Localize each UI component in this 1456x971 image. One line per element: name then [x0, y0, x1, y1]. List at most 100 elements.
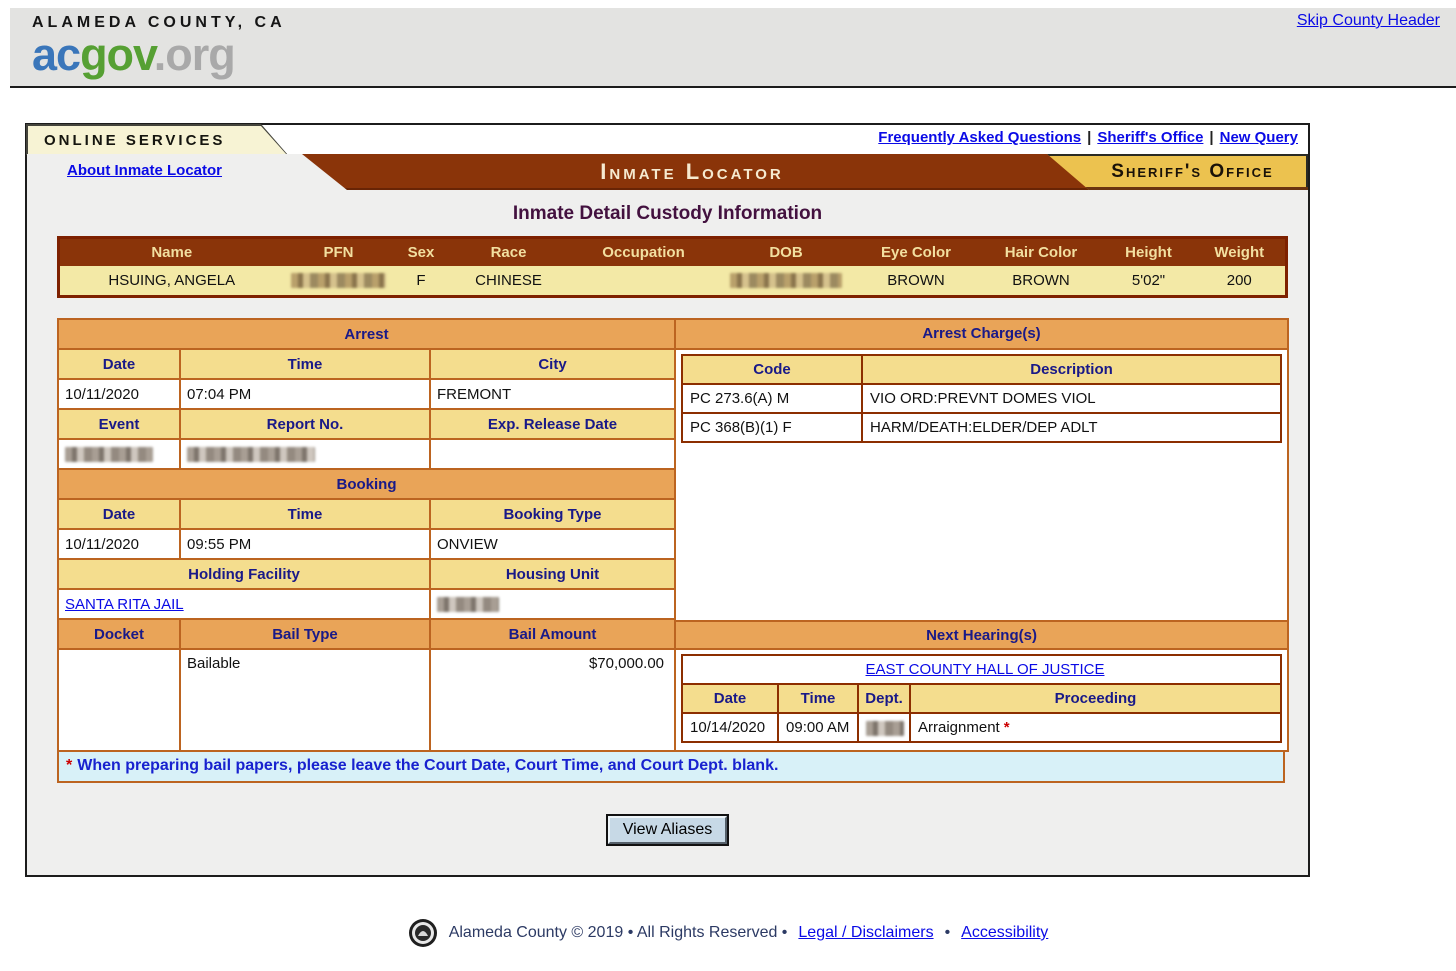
arrest-event-redacted [57, 438, 181, 470]
arrest-time-header: Time [179, 348, 431, 380]
docket-value [57, 648, 181, 752]
col-header-pfn: PFN [283, 237, 394, 266]
charge-row: PC 273.6(A) M VIO ORD:PREVNT DOMES VIOL [681, 383, 1282, 414]
col-header-weight: Weight [1193, 237, 1287, 266]
faq-link[interactable]: Frequently Asked Questions [878, 129, 1081, 146]
inmate-name: HSUING, ANGELA [58, 265, 284, 297]
arrest-exp-release-value [428, 438, 677, 470]
booking-type-value: ONVIEW [428, 528, 677, 560]
online-services-tab: ONLINE SERVICES [28, 126, 287, 155]
booking-date-header: Date [57, 498, 181, 530]
custody-left-table: Arrest Date Time City 10/11/2020 07:04 P… [56, 318, 677, 752]
booking-type-header: Booking Type [428, 498, 677, 530]
inmate-occupation [568, 265, 719, 297]
page-title: Inmate Detail Custody Information [512, 203, 823, 224]
sheriffs-office-ribbon-title: Sheriff's Office [1111, 161, 1274, 182]
bail-amount-value: $70,000.00 [428, 648, 677, 752]
about-inmate-locator-link[interactable]: About Inmate Locator [67, 162, 222, 179]
inmate-weight: 200 [1193, 265, 1287, 297]
hearing-dept-header: Dept. [857, 683, 912, 714]
inmate-locator-panel: ONLINE SERVICES Frequently Asked Questio… [25, 123, 1310, 877]
link-separator: | [1209, 129, 1214, 146]
inmate-summary-table: Name PFN Sex Race Occupation DOB Eye Col… [57, 236, 1288, 298]
hearing-date-header: Date [681, 683, 780, 714]
logo-part-org: .org [153, 29, 236, 80]
court-cell: EAST COUNTY HALL OF JUSTICE [681, 654, 1282, 685]
logo-part-gov: gov [80, 29, 155, 80]
arrest-exp-release-header: Exp. Release Date [428, 408, 677, 440]
hearing-time: 09:00 AM [777, 712, 860, 743]
col-header-hair-color: Hair Color [978, 237, 1104, 266]
hearing-proceeding: Arraignment * [909, 712, 1282, 743]
tab-row: ONLINE SERVICES Frequently Asked Questio… [26, 124, 1308, 155]
east-county-hall-of-justice-link[interactable]: EAST COUNTY HALL OF JUSTICE [866, 661, 1105, 678]
button-row: View Aliases [27, 814, 1308, 846]
inmate-race: CHINESE [448, 265, 569, 297]
bail-papers-note: * When preparing bail papers, please leav… [57, 752, 1285, 783]
sheriffs-office-link[interactable]: Sheriff's Office [1097, 129, 1203, 146]
arrest-city-header: City [428, 348, 677, 380]
col-header-sex: Sex [393, 237, 449, 266]
bail-type-header: Bail Type [179, 618, 431, 650]
charge-description: HARM/DEATH:ELDER/DEP ADLT [861, 412, 1282, 443]
accessibility-link[interactable]: Accessibility [961, 924, 1048, 942]
custody-right-column: Arrest Charge(s) Code Description PC 273… [676, 318, 1289, 752]
col-header-eye-color: Eye Color [853, 237, 979, 266]
arrest-charges-section-header: Arrest Charge(s) [676, 320, 1287, 350]
new-query-link[interactable]: New Query [1220, 129, 1298, 146]
note-text: When preparing bail papers, please leave… [77, 757, 779, 774]
skip-county-header-link[interactable]: Skip County Header [1297, 12, 1440, 30]
charge-row: PC 368(B)(1) F HARM/DEATH:ELDER/DEP ADLT [681, 412, 1282, 443]
charge-description: VIO ORD:PREVNT DOMES VIOL [861, 383, 1282, 414]
arrest-date-value: 10/11/2020 [57, 378, 181, 410]
footer-copyright-text: Alameda County © 2019 • All Rights Reser… [448, 924, 788, 941]
top-nav-links: Frequently Asked Questions | Sheriff's Off… [878, 129, 1298, 146]
charge-code: PC 273.6(A) M [681, 383, 864, 414]
arrest-report-no-header: Report No. [179, 408, 431, 440]
acgov-logo-word: acgov.org [32, 32, 286, 77]
inmate-eye-color: BROWN [853, 265, 979, 297]
hearing-row: 10/14/2020 09:00 AM Arraignment * [681, 712, 1282, 743]
col-header-occupation: Occupation [568, 237, 719, 266]
inmate-summary-data-row: HSUING, ANGELA F CHINESE BROWN BROWN 5'0… [58, 265, 1287, 297]
arrest-city-value: FREMONT [428, 378, 677, 410]
hearing-dept-redacted [857, 712, 912, 743]
housing-unit-header: Housing Unit [428, 558, 677, 590]
bail-amount-header: Bail Amount [428, 618, 677, 650]
next-hearings-table: EAST COUNTY HALL OF JUSTICE Date Time De… [681, 654, 1282, 743]
booking-section-header: Booking [56, 468, 677, 500]
legal-disclaimers-link[interactable]: Legal / Disclaimers [798, 924, 933, 942]
holding-facility-cell: SANTA RITA JAIL [57, 588, 431, 620]
hearing-proceeding-header: Proceeding [909, 683, 1282, 714]
redacted-event [65, 447, 153, 463]
arrest-charges-panel: Code Description PC 273.6(A) M VIO ORD:P… [676, 350, 1287, 620]
booking-date-value: 10/11/2020 [57, 528, 181, 560]
arrest-report-no-redacted [179, 438, 431, 470]
banner-row: Inmate Locator Sheriff's Office About In… [27, 154, 1308, 190]
col-header-dob: DOB [718, 237, 854, 266]
santa-rita-jail-link[interactable]: SANTA RITA JAIL [65, 596, 184, 613]
redacted-dob [730, 273, 842, 289]
holding-facility-header: Holding Facility [57, 558, 431, 590]
inmate-height: 5'02" [1103, 265, 1194, 297]
charge-description-header: Description [861, 354, 1282, 385]
hearing-date: 10/14/2020 [681, 712, 780, 743]
next-hearings-panel: EAST COUNTY HALL OF JUSTICE Date Time De… [676, 650, 1287, 750]
inmate-hair-color: BROWN [978, 265, 1104, 297]
arrest-charges-table: Code Description PC 273.6(A) M VIO ORD:P… [681, 354, 1282, 443]
inmate-locator-banner-title: Inmate Locator [600, 159, 784, 184]
logo-part-ac: ac [32, 29, 81, 80]
arrest-event-header: Event [57, 408, 181, 440]
charge-code: PC 368(B)(1) F [681, 412, 864, 443]
inmate-pfn-redacted [283, 265, 394, 297]
hearing-asterisk: * [1003, 719, 1010, 736]
inmate-sex: F [393, 265, 449, 297]
redacted-housing-unit [437, 597, 499, 613]
view-aliases-button[interactable]: View Aliases [605, 814, 730, 846]
inmate-dob-redacted [718, 265, 854, 297]
redacted-report-no [187, 447, 315, 463]
note-asterisk: * [66, 757, 73, 774]
link-separator: | [1087, 129, 1092, 146]
booking-time-header: Time [179, 498, 431, 530]
col-header-race: Race [448, 237, 569, 266]
